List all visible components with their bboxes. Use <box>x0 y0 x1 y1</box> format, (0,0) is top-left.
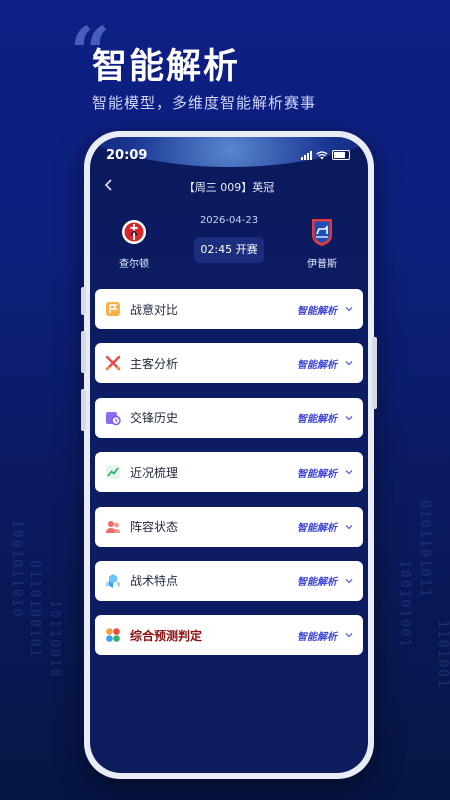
hero-title: 智能解析 <box>92 47 241 87</box>
phone-side-button <box>372 337 377 409</box>
away-team-name: 伊普斯 <box>307 259 337 270</box>
hero-subtitle: 智能模型，多维度智能解析赛事 <box>92 94 317 112</box>
nav-bar: 【周三 009】英冠 <box>90 175 368 199</box>
smart-analysis-link[interactable]: 智能解析 <box>297 628 337 643</box>
section-label: 交锋历史 <box>130 411 179 426</box>
team-people-icon <box>105 519 121 535</box>
chevron-down-icon[interactable] <box>343 303 355 315</box>
binary-rain-decoration: 0110100101 <box>27 560 42 659</box>
wifi-icon <box>316 151 328 160</box>
binary-rain-decoration: 0101101011 <box>417 500 432 599</box>
smart-analysis-link[interactable]: 智能解析 <box>297 519 337 534</box>
chevron-down-icon[interactable] <box>343 521 355 533</box>
section-card-head-to-head[interactable]: 交锋历史 智能解析 <box>95 397 363 438</box>
section-card-home-away[interactable]: 主客分析 智能解析 <box>95 343 363 384</box>
chevron-down-icon[interactable] <box>343 412 355 424</box>
binary-rain-decoration: 1101001 <box>435 620 450 689</box>
section-label: 主客分析 <box>130 356 179 371</box>
tactics-cubes-icon <box>105 573 121 589</box>
chevron-down-icon[interactable] <box>343 575 355 587</box>
battery-icon <box>332 150 350 160</box>
section-card-lineup[interactable]: 阵容状态 智能解析 <box>95 506 363 547</box>
flag-icon <box>105 301 121 317</box>
kickoff-badge: 02:45 开赛 <box>194 237 264 263</box>
section-label: 战术特点 <box>130 574 179 589</box>
history-clock-icon <box>105 410 121 426</box>
phone-frame: 20:09 【周三 009】英冠 查尔顿 2026-04-23 02:45 开赛… <box>81 131 377 779</box>
away-team[interactable]: 伊普斯 <box>292 217 352 270</box>
phone-side-button <box>81 389 86 431</box>
chevron-down-icon[interactable] <box>343 629 355 641</box>
crossed-swords-icon <box>105 355 121 371</box>
match-header: 查尔顿 2026-04-23 02:45 开赛 伊普斯 <box>90 211 368 281</box>
smart-analysis-link[interactable]: 智能解析 <box>297 573 337 588</box>
analysis-section-list: 战意对比 智能解析 主客分析 智能解析 交锋历史 智能解析 近况梳理 智能解析 … <box>95 289 363 670</box>
chevron-down-icon[interactable] <box>343 357 355 369</box>
section-label: 阵容状态 <box>130 520 179 535</box>
section-card-tactics[interactable]: 战术特点 智能解析 <box>95 560 363 601</box>
trend-chart-icon <box>105 464 121 480</box>
chevron-down-icon[interactable] <box>343 466 355 478</box>
grid-apps-icon <box>105 627 121 643</box>
smart-analysis-link[interactable]: 智能解析 <box>297 465 337 480</box>
smart-analysis-link[interactable]: 智能解析 <box>297 302 337 317</box>
section-card-overall-prediction[interactable]: 综合预测判定 智能解析 <box>95 615 363 656</box>
section-card-recent-form[interactable]: 近况梳理 智能解析 <box>95 452 363 493</box>
section-label: 综合预测判定 <box>130 628 203 643</box>
page-title: 【周三 009】英冠 <box>183 181 275 194</box>
smart-analysis-link[interactable]: 智能解析 <box>297 410 337 425</box>
smart-analysis-link[interactable]: 智能解析 <box>297 356 337 371</box>
home-team-name: 查尔顿 <box>119 259 149 270</box>
section-label: 战意对比 <box>130 302 179 317</box>
status-icons <box>301 150 350 160</box>
binary-rain-decoration: 10110010 <box>47 600 62 679</box>
phone-side-button <box>81 331 86 373</box>
status-time: 20:09 <box>106 148 148 163</box>
signal-icon <box>301 151 312 160</box>
section-card-will-comparison[interactable]: 战意对比 智能解析 <box>95 289 363 329</box>
status-bar: 20:09 <box>90 137 368 167</box>
section-label: 近况梳理 <box>130 465 179 480</box>
phone-screen: 20:09 【周三 009】英冠 查尔顿 2026-04-23 02:45 开赛… <box>90 137 368 773</box>
ipswich-crest-icon <box>308 217 336 247</box>
binary-rain-decoration: 100101001 <box>397 560 412 649</box>
phone-side-button <box>81 287 86 315</box>
binary-rain-decoration: 1001011010 <box>9 520 24 619</box>
